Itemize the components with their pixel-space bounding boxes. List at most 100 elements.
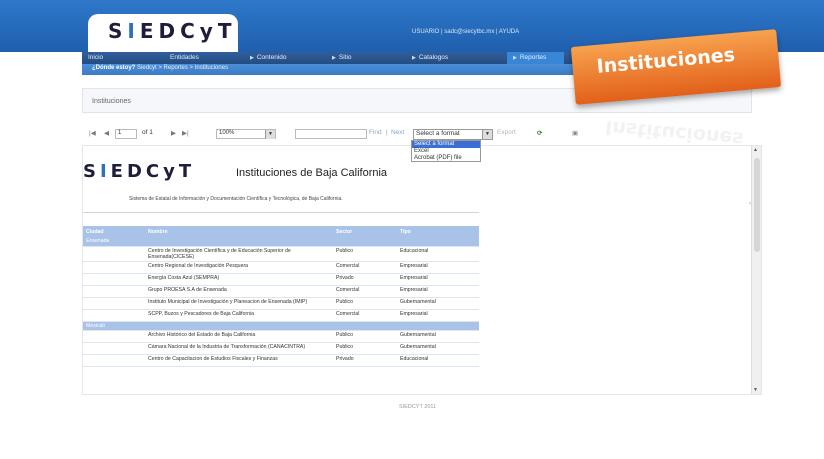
cell-sector: Comercial [333,309,397,322]
table-cell [83,273,145,286]
cell-nombre: Centro de Capacitacion de Estudios Fisca… [145,354,333,367]
report-logo-letters: S [83,161,100,182]
chevron-right-icon: ▶ [412,55,416,61]
nav-item-inicio[interactable]: Inicio [88,54,103,61]
cell-sector: Publico [333,330,397,343]
cell-nombre: SCPP, Buzos y Pescadores de Baja Califor… [145,309,333,322]
table-cell [83,261,145,274]
group-city: Mexicali [83,321,145,331]
export-format-select[interactable]: Select a format ▼ [413,129,493,140]
next-page-icon[interactable]: ▶ [171,129,176,137]
report-subtitle: Sistema de Estatal de Información y Docu… [129,196,343,202]
table-row: SCPP, Buzos y Pescadores de Baja Califor… [83,309,479,322]
print-icon[interactable]: ▣ [572,129,578,137]
breadcrumb-lead: ¿Dónde estoy? [92,65,136,71]
table-row: Grupo PROESA S.A de Ensenada Comercial Emp… [83,285,479,298]
first-page-icon[interactable]: |◀ [89,129,96,137]
nav-item-contenido[interactable]: ▶ Contenido [250,54,287,61]
table-row: Energía Costa Azul (SEMPRA) Privado Empres… [83,273,479,286]
cell-sector: Publico [333,342,397,355]
table-cell [333,321,397,331]
cell-tipo: Empresarial [397,285,479,298]
logo-letters-rest: EDCyT [139,19,237,43]
cell-nombre: Grupo PROESA S.A de Ensenada [145,285,333,298]
user-line[interactable]: USUARIO | sadc@siecytbc.mx | AYUDA [412,29,519,35]
nav-label: Inicio [88,54,104,61]
scroll-down-icon[interactable]: ▼ [753,387,758,393]
side-resize-handle[interactable]: ‹ [749,201,751,207]
cell-sector: Comercial [333,261,397,274]
cell-nombre: Centro Regional de Investigación Pesquer… [145,261,333,274]
zoom-select[interactable]: 100% ▼ [216,129,276,139]
cell-tipo: Empresarial [397,261,479,274]
format-option[interactable]: Excel [412,148,480,155]
cell-nombre: Archivo Histórico del Estado de Baja Cal… [145,330,333,343]
table-cell [83,246,145,262]
report-viewer: SIEDCyT Instituciones de Baja California… [82,145,762,395]
nav-item-reportes[interactable]: ▶ Reportes [507,52,565,64]
column-header: Ciudad [83,226,145,237]
logo-letters: S [108,19,128,43]
cell-sector: Publico [333,297,397,310]
table-cell [83,309,145,322]
table-row: Instituto Municipal de Investigación y P… [83,297,479,310]
nav-item-entidades[interactable]: Entidades [170,54,199,61]
page-number-input[interactable]: 1 [115,129,137,139]
table-cell [83,297,145,310]
find-link[interactable]: Find [369,129,382,136]
table-cell [145,237,333,247]
table-cell [397,237,479,247]
column-header: Nombre [145,226,333,237]
nav-item-catalogos[interactable]: ▶ Catalogos [412,54,448,61]
report-logo-letter-i: I [99,161,111,182]
table-cell [397,321,479,331]
table-cell [83,354,145,367]
format-selected: Select a format [416,130,460,137]
export-link[interactable]: Export [497,129,516,136]
zoom-value: 100% [219,130,235,136]
chevron-right-icon: ▶ [513,55,517,61]
cell-nombre: Cámara Nacional de la Industria de Trans… [145,342,333,355]
group-city: Ensenada [83,237,145,247]
report-toolbar: |◀ ◀ 1 of 1 ▶ ▶| 100% ▼ Find | Next Selec… [82,125,602,143]
page-number-value: 1 [118,130,122,136]
nav-label: Sitio [338,54,352,61]
nav-item-sitio[interactable]: ▶ Sitio [332,54,352,61]
cell-sector: Publico [333,246,397,262]
find-separator: | [386,129,388,136]
cell-tipo: Educacional [397,246,479,262]
cell-tipo: Empresarial [397,273,479,286]
table-cell [83,342,145,355]
page-count: of 1 [142,129,153,136]
scroll-thumb[interactable] [754,158,760,252]
scroll-up-icon[interactable]: ▲ [753,147,758,153]
cell-sector: Privado [333,354,397,367]
nav-label: Entidades [170,54,199,61]
format-option[interactable]: Select a format [412,141,480,148]
find-input[interactable] [295,129,367,139]
cell-nombre: Centro de Investigación Científica y de … [145,246,333,262]
page-title: Instituciones [92,98,131,105]
table-cell [145,321,333,331]
cell-tipo: Gubernamental [397,342,479,355]
app-logo[interactable]: SIEDCyT [108,19,236,43]
format-option[interactable]: Acrobat (PDF) file [412,155,480,162]
column-header: Tipo [397,226,479,237]
cell-nombre: Instituto Municipal de Investigación y P… [145,297,333,310]
table-row: Cámara Nacional de la Industria de Trans… [83,342,479,355]
ribbon-label: Instituciones [595,43,736,78]
breadcrumb-path[interactable]: Siedcyt > Reportes > Instituciones [137,65,228,71]
footer-text: SIEDCYT 2011 [399,404,437,410]
report-title: Instituciones de Baja California [236,167,388,179]
table-row: Archivo Histórico del Estado de Baja Cal… [83,330,479,343]
chevron-right-icon: ▶ [250,55,254,61]
refresh-icon[interactable]: ⟳ [537,129,542,137]
table-row: Centro de Investigación Científica y de … [83,246,479,262]
cell-tipo: Educacional [397,354,479,367]
prev-page-icon[interactable]: ◀ [104,129,109,137]
cell-tipo: Empresarial [397,309,479,322]
find-next-link[interactable]: Next [391,129,404,136]
format-dropdown: Select a format Excel Acrobat (PDF) file [411,140,481,162]
report-scrollbar[interactable]: ▲ ▼ [751,146,761,394]
last-page-icon[interactable]: ▶| [182,129,189,137]
